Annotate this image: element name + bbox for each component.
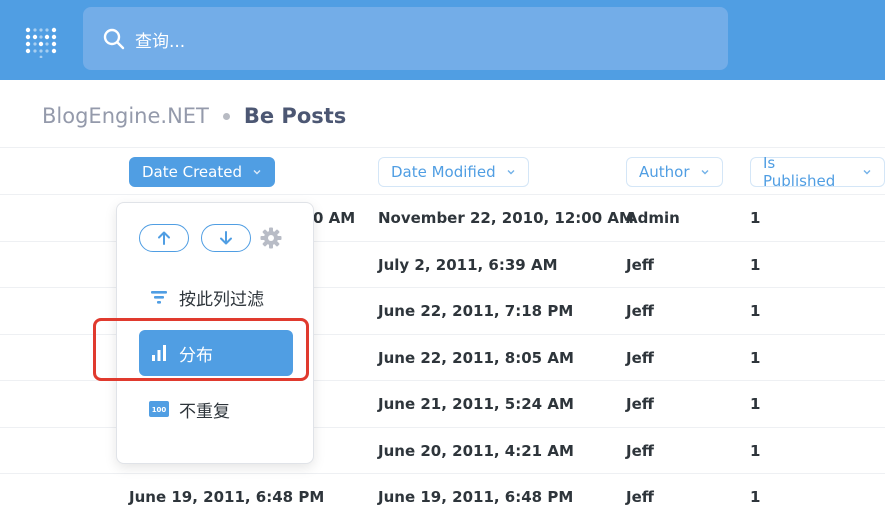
cell-date-modified[interactable]: November 22, 2010, 12:00 AM xyxy=(378,209,634,227)
cell-is-published[interactable]: 1 xyxy=(750,302,760,320)
chevron-down-icon xyxy=(863,170,871,175)
search-bar[interactable]: 查询... xyxy=(83,7,728,70)
chevron-down-icon xyxy=(253,170,261,175)
cell-date-created[interactable]: 0 AM xyxy=(313,209,355,227)
metabase-logo-icon[interactable] xyxy=(24,24,58,58)
filter-by-column-menu-item[interactable]: 按此列过滤 xyxy=(139,274,293,320)
highlight-annotation-box xyxy=(93,318,309,381)
cell-is-published[interactable]: 1 xyxy=(750,349,760,367)
cell-is-published[interactable]: 1 xyxy=(750,488,760,506)
breadcrumb-separator xyxy=(222,112,230,120)
breadcrumb: BlogEngine.NET Be Posts xyxy=(42,101,346,131)
search-placeholder: 查询... xyxy=(135,32,186,52)
cell-is-published[interactable]: 1 xyxy=(750,256,760,274)
cell-author[interactable]: Jeff xyxy=(626,442,654,460)
row-divider xyxy=(0,147,885,148)
number-100-icon: 100 xyxy=(149,399,169,419)
cell-author[interactable]: Jeff xyxy=(626,488,654,506)
column-header-label: Date Created xyxy=(142,163,242,181)
cell-author[interactable]: Admin xyxy=(626,209,680,227)
row-divider xyxy=(0,473,885,474)
chevron-down-icon xyxy=(701,170,709,175)
top-nav-bar: 查询... xyxy=(0,0,885,80)
cell-author[interactable]: Jeff xyxy=(626,256,654,274)
cell-date-modified[interactable]: June 20, 2011, 4:21 AM xyxy=(378,442,574,460)
cell-date-modified[interactable]: June 22, 2011, 8:05 AM xyxy=(378,349,574,367)
breadcrumb-table: Be Posts xyxy=(243,104,347,128)
chevron-down-icon xyxy=(507,170,515,175)
column-header-label: Date Modified xyxy=(391,163,496,181)
breadcrumb-database[interactable]: BlogEngine.NET xyxy=(42,104,209,128)
sort-descending-button[interactable] xyxy=(201,224,251,252)
distinct-values-menu-item[interactable]: 100 不重复 xyxy=(139,386,293,432)
column-header-date-created[interactable]: Date Created xyxy=(129,157,275,187)
sort-ascending-button[interactable] xyxy=(139,224,189,252)
gear-icon[interactable] xyxy=(260,227,282,249)
column-header-label: Is Published xyxy=(763,154,836,190)
column-header-date-modified[interactable]: Date Modified xyxy=(378,157,529,187)
cell-author[interactable]: Jeff xyxy=(626,349,654,367)
svg-text:100: 100 xyxy=(152,406,167,414)
cell-date-created[interactable]: June 19, 2011, 6:48 PM xyxy=(129,488,324,506)
filter-label: 按此列过滤 xyxy=(179,289,264,310)
filter-icon xyxy=(149,287,169,307)
column-header-is-published[interactable]: Is Published xyxy=(750,154,885,190)
cell-date-modified[interactable]: July 2, 2011, 6:39 AM xyxy=(378,256,558,274)
cell-date-modified[interactable]: June 21, 2011, 5:24 AM xyxy=(378,395,574,413)
arrow-down-icon xyxy=(220,231,232,245)
row-divider xyxy=(0,194,885,195)
distinct-label: 不重复 xyxy=(179,401,230,422)
cell-is-published[interactable]: 1 xyxy=(750,395,760,413)
cell-is-published[interactable]: 1 xyxy=(750,209,760,227)
arrow-up-icon xyxy=(158,231,170,245)
cell-date-modified[interactable]: June 22, 2011, 7:18 PM xyxy=(378,302,573,320)
cell-date-modified[interactable]: June 19, 2011, 6:48 PM xyxy=(378,488,573,506)
cell-author[interactable]: Jeff xyxy=(626,395,654,413)
column-header-author[interactable]: Author xyxy=(626,157,723,187)
search-icon xyxy=(103,28,125,50)
column-header-label: Author xyxy=(639,163,690,181)
cell-author[interactable]: Jeff xyxy=(626,302,654,320)
cell-is-published[interactable]: 1 xyxy=(750,442,760,460)
